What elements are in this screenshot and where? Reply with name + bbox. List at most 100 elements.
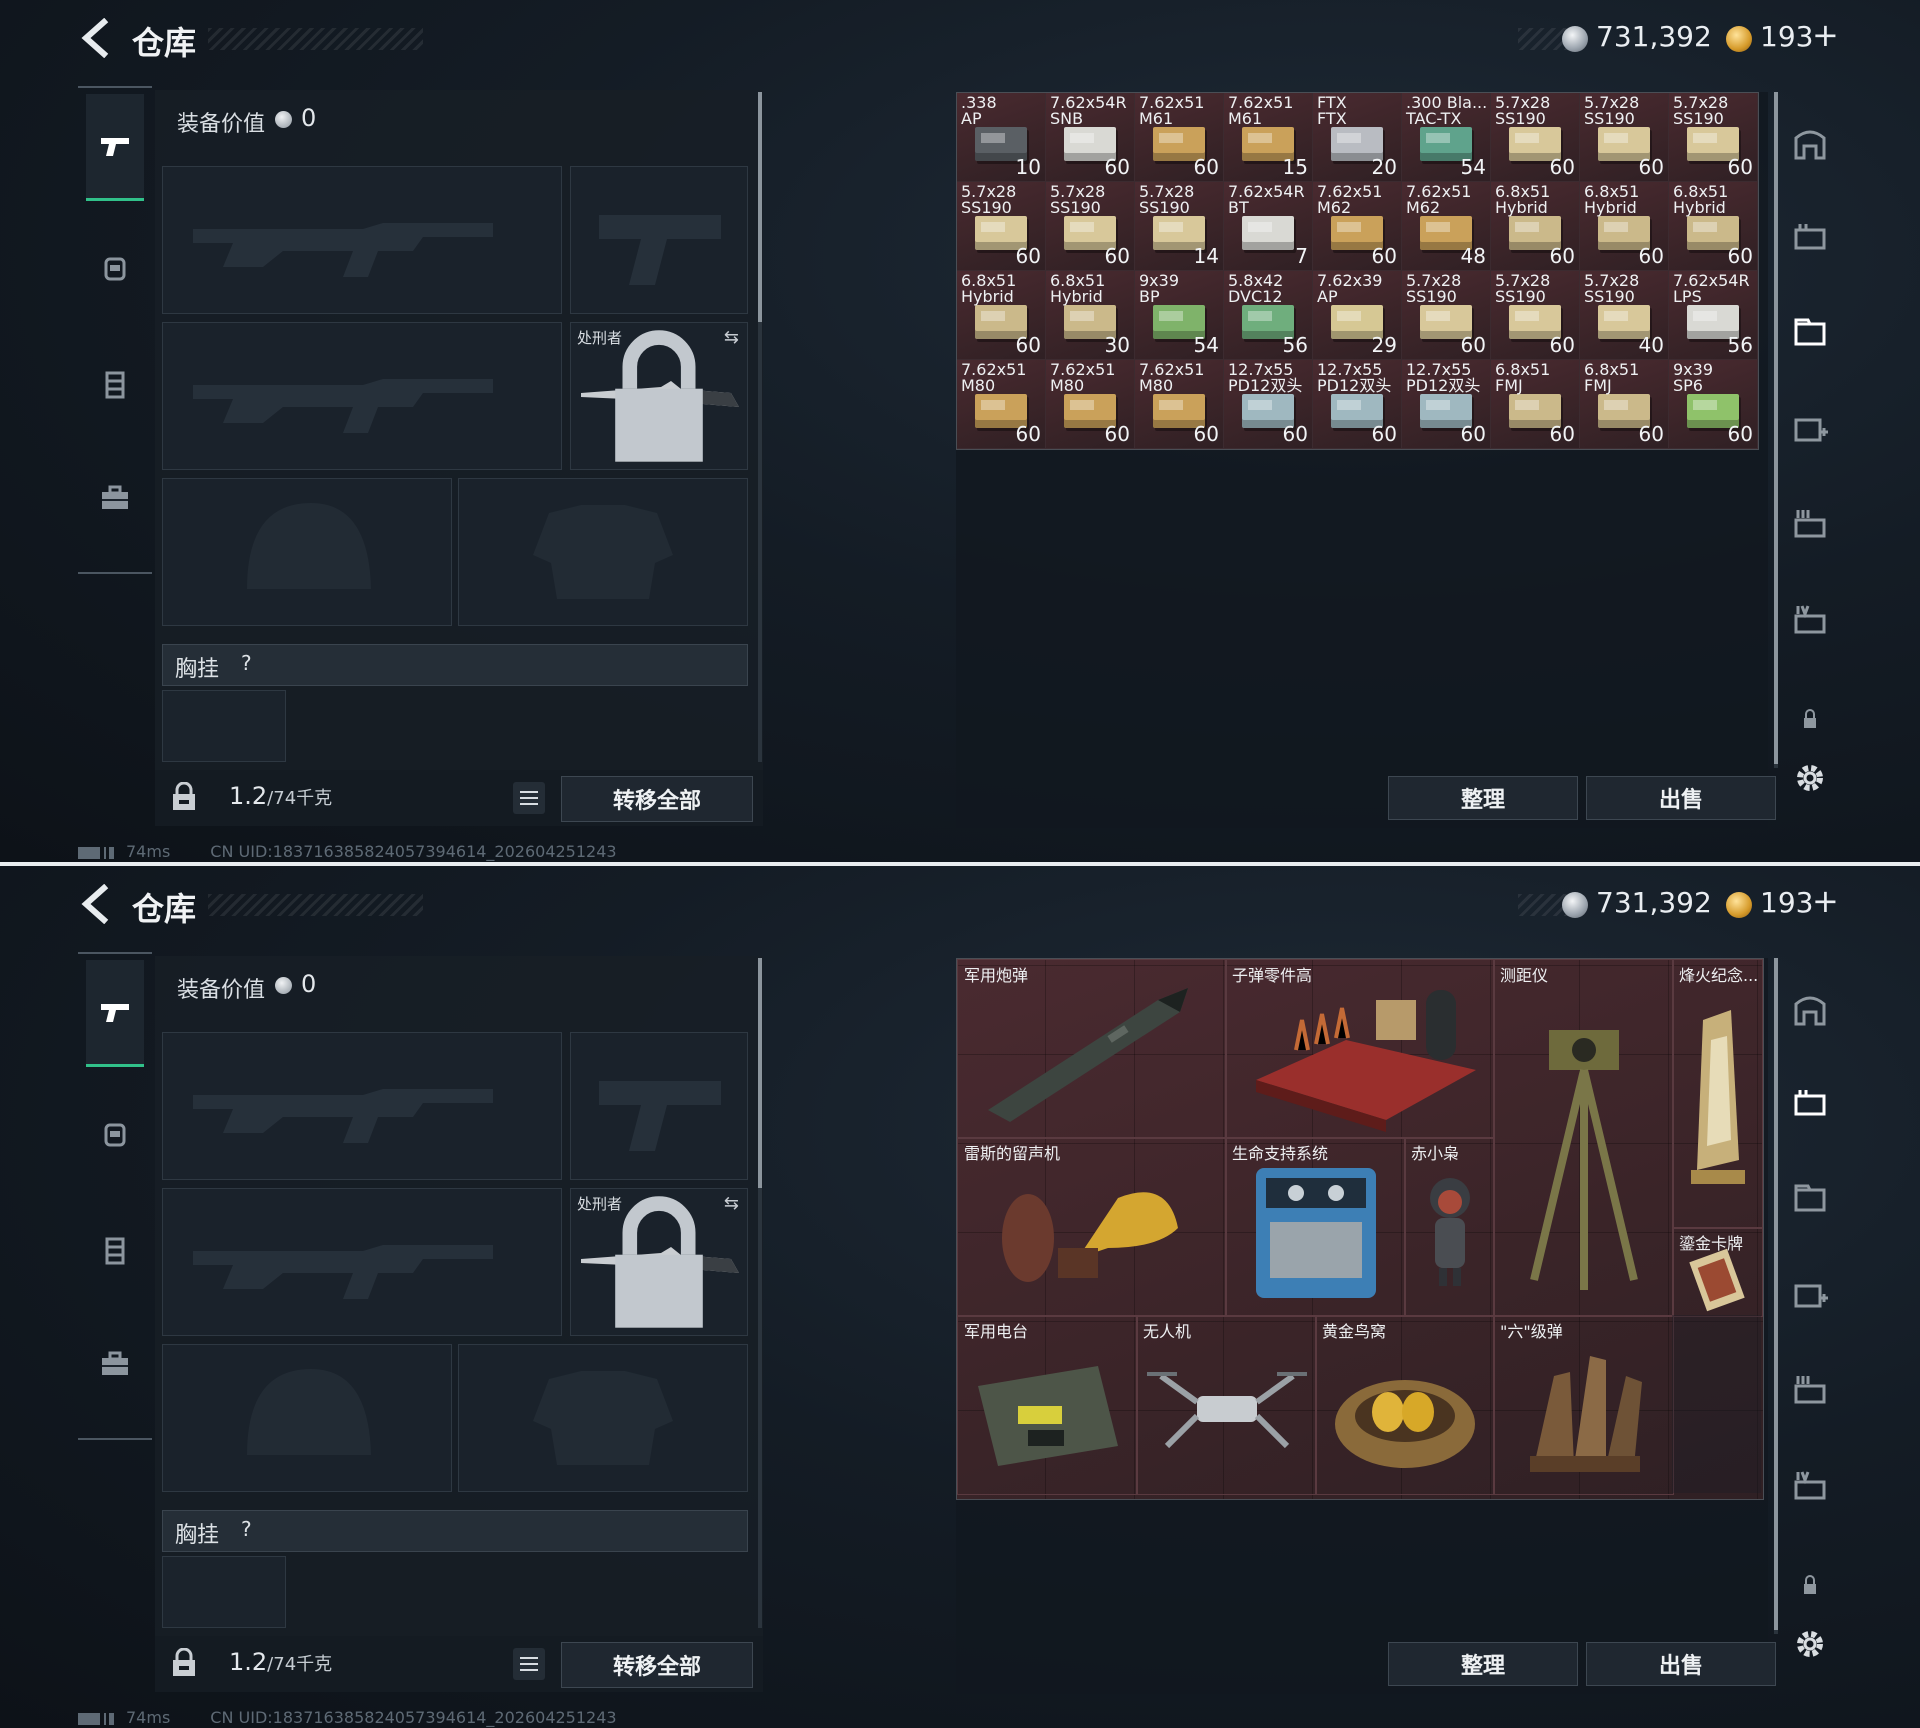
ammo-cell[interactable]: 5.7x28 SS190 14 xyxy=(1135,182,1224,271)
add-currency-button[interactable]: + xyxy=(1812,16,1839,54)
ammo-cell[interactable]: 7.62x51 M62 60 xyxy=(1313,182,1402,271)
tab-stash-all[interactable] xyxy=(1788,122,1832,166)
secondary-weapon-slot[interactable] xyxy=(162,322,562,470)
empty-cell[interactable] xyxy=(1672,1315,1761,1493)
primary-weapon-slot[interactable] xyxy=(162,166,562,314)
item-level-six-round[interactable]: "六"级弹 xyxy=(1493,1315,1674,1495)
helmet-slot[interactable] xyxy=(162,478,452,626)
ammo-cell[interactable]: 7.62x51 M80 60 xyxy=(1135,360,1224,449)
ammo-cell[interactable]: 5.7x28 SS190 60 xyxy=(1046,182,1135,271)
ammo-cell[interactable]: 5.7x28 SS190 40 xyxy=(1580,271,1669,360)
transfer-all-button[interactable]: 转移全部 xyxy=(561,776,753,822)
equipment-scrollbar[interactable] xyxy=(758,92,762,762)
settings-button[interactable] xyxy=(1788,1622,1832,1666)
ammo-cell[interactable]: 7.62x54R BT 7 xyxy=(1224,182,1313,271)
add-currency-button[interactable]: + xyxy=(1812,882,1839,920)
stash-scrollbar[interactable] xyxy=(1774,92,1778,768)
item-drone[interactable]: 无人机 xyxy=(1136,1315,1317,1495)
tab-vest[interactable] xyxy=(86,1198,144,1302)
secondary-weapon-slot[interactable] xyxy=(162,1188,562,1336)
item-bullet-parts[interactable]: 子弹零件高 xyxy=(1225,959,1495,1139)
ammo-cell[interactable]: 7.62x51 M80 60 xyxy=(957,360,1046,449)
primary-weapon-slot[interactable] xyxy=(162,1032,562,1180)
tab-vest[interactable] xyxy=(86,332,144,436)
tab-stash-2[interactable] xyxy=(1788,214,1832,258)
ammo-cell[interactable]: 7.62x51 M62 48 xyxy=(1402,182,1491,271)
organize-button[interactable]: 整理 xyxy=(1388,1642,1578,1686)
back-arrow-icon[interactable] xyxy=(78,884,112,924)
ammo-cell[interactable]: .300 Bla... TAC-TX 54 xyxy=(1402,93,1491,182)
ammo-cell[interactable]: 6.8x51 FMJ 60 xyxy=(1580,360,1669,449)
item-rangefinder[interactable]: 测距仪 xyxy=(1493,959,1674,1317)
ammo-cell[interactable]: 7.62x51 M61 60 xyxy=(1135,93,1224,182)
tab-weapons[interactable] xyxy=(86,94,144,201)
settings-button[interactable] xyxy=(1788,756,1832,800)
tab-stash-4[interactable] xyxy=(1788,406,1832,450)
tab-stash-6[interactable] xyxy=(1788,1464,1832,1508)
ammo-cell[interactable]: 5.7x28 SS190 60 xyxy=(1580,93,1669,182)
chest-rig-slot[interactable] xyxy=(162,690,286,762)
melee-slot[interactable]: 处刑者 ⇆ xyxy=(570,322,748,470)
ammo-cell[interactable]: 6.8x51 Hybrid 60 xyxy=(1491,182,1580,271)
ammo-cell[interactable]: 5.7x28 SS190 60 xyxy=(1491,93,1580,182)
item-gold-card[interactable]: 鎏金卡牌 xyxy=(1672,1227,1763,1317)
tab-stash-6[interactable] xyxy=(1788,598,1832,642)
ammo-cell[interactable]: 7.62x39 AP 29 xyxy=(1313,271,1402,360)
ammo-cell[interactable]: 5.7x28 SS190 60 xyxy=(957,182,1046,271)
ammo-cell[interactable]: 12.7x55 PD12双头 60 xyxy=(1224,360,1313,449)
ammo-cell[interactable]: 6.8x51 Hybrid 60 xyxy=(1669,182,1758,271)
tab-stash-locked[interactable] xyxy=(1788,1562,1832,1606)
scroll-thumb[interactable] xyxy=(1774,92,1778,764)
tab-stash-3[interactable] xyxy=(1788,310,1832,354)
ammo-cell[interactable]: 12.7x55 PD12双头 60 xyxy=(1313,360,1402,449)
tab-helmet[interactable] xyxy=(86,1082,144,1186)
armor-slot[interactable] xyxy=(458,1344,748,1492)
scroll-thumb[interactable] xyxy=(1774,958,1778,1630)
ammo-cell[interactable]: 7.62x54R LPS 56 xyxy=(1669,271,1758,360)
ammo-cell[interactable]: 6.8x51 Hybrid 30 xyxy=(1046,271,1135,360)
list-view-button[interactable] xyxy=(513,1648,545,1680)
sell-button[interactable]: 出售 xyxy=(1586,1642,1776,1686)
ammo-cell[interactable]: 5.7x28 SS190 60 xyxy=(1402,271,1491,360)
ammo-cell[interactable]: 12.7x55 PD12双头 60 xyxy=(1402,360,1491,449)
ammo-cell[interactable]: 6.8x51 FMJ 60 xyxy=(1491,360,1580,449)
chest-rig-slot[interactable] xyxy=(162,1556,286,1628)
ammo-cell[interactable]: 7.62x51 M80 60 xyxy=(1046,360,1135,449)
help-icon[interactable]: ? xyxy=(241,1517,252,1541)
ammo-cell[interactable]: 5.7x28 SS190 60 xyxy=(1491,271,1580,360)
item-golden-nest[interactable]: 黄金鸟窝 xyxy=(1315,1315,1495,1495)
armor-slot[interactable] xyxy=(458,478,748,626)
tab-stash-3[interactable] xyxy=(1788,1176,1832,1220)
item-life-support[interactable]: 生命支持系统 xyxy=(1225,1137,1406,1317)
pistol-slot[interactable] xyxy=(570,166,748,314)
ammo-cell[interactable]: 7.62x54R SNB 60 xyxy=(1046,93,1135,182)
organize-button[interactable]: 整理 xyxy=(1388,776,1578,820)
ammo-cell[interactable]: 9x39 SP6 60 xyxy=(1669,360,1758,449)
scroll-thumb[interactable] xyxy=(758,958,762,1188)
tab-weapons[interactable] xyxy=(86,960,144,1067)
back-arrow-icon[interactable] xyxy=(78,18,112,58)
tab-stash-locked[interactable] xyxy=(1788,696,1832,740)
sell-button[interactable]: 出售 xyxy=(1586,776,1776,820)
ammo-cell[interactable]: 7.62x51 M61 15 xyxy=(1224,93,1313,182)
equipment-scrollbar[interactable] xyxy=(758,958,762,1628)
ammo-cell[interactable]: 5.7x28 SS190 60 xyxy=(1669,93,1758,182)
pistol-slot[interactable] xyxy=(570,1032,748,1180)
ammo-cell[interactable]: FTX FTX 20 xyxy=(1313,93,1402,182)
transfer-all-button[interactable]: 转移全部 xyxy=(561,1642,753,1688)
item-military-shell[interactable]: 军用炮弹 xyxy=(957,959,1227,1139)
item-gramophone[interactable]: 雷斯的留声机 xyxy=(957,1137,1227,1317)
tab-stash-5[interactable] xyxy=(1788,1368,1832,1412)
item-beacon-souvenir[interactable]: 烽火纪念... xyxy=(1672,959,1763,1229)
ammo-cell[interactable]: 6.8x51 Hybrid 60 xyxy=(1580,182,1669,271)
tab-stash-5[interactable] xyxy=(1788,502,1832,546)
ammo-cell[interactable]: 5.8x42 DVC12 56 xyxy=(1224,271,1313,360)
item-military-radio[interactable]: 军用电台 xyxy=(957,1315,1138,1495)
tab-stash-4[interactable] xyxy=(1788,1272,1832,1316)
tab-helmet[interactable] xyxy=(86,216,144,320)
tab-stash-all[interactable] xyxy=(1788,988,1832,1032)
ammo-cell[interactable]: 6.8x51 Hybrid 60 xyxy=(957,271,1046,360)
tab-stash-2[interactable] xyxy=(1788,1080,1832,1124)
tab-case[interactable] xyxy=(86,446,144,550)
item-red-owl[interactable]: 赤小枭 xyxy=(1404,1137,1495,1317)
